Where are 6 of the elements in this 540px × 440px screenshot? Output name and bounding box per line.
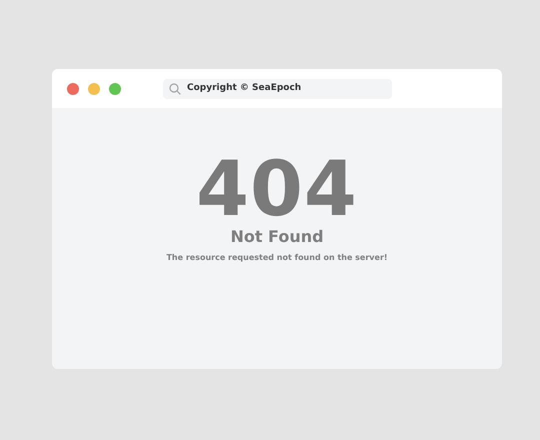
address-field[interactable]: Copyright © SeaEpoch [163,78,392,98]
search-icon [169,82,181,94]
error-code: 404 [196,154,358,224]
address-text: Copyright © SeaEpoch [187,82,302,95]
error-title: Not Found [230,226,324,248]
error-message: The resource requested not found on the server! [166,252,388,264]
